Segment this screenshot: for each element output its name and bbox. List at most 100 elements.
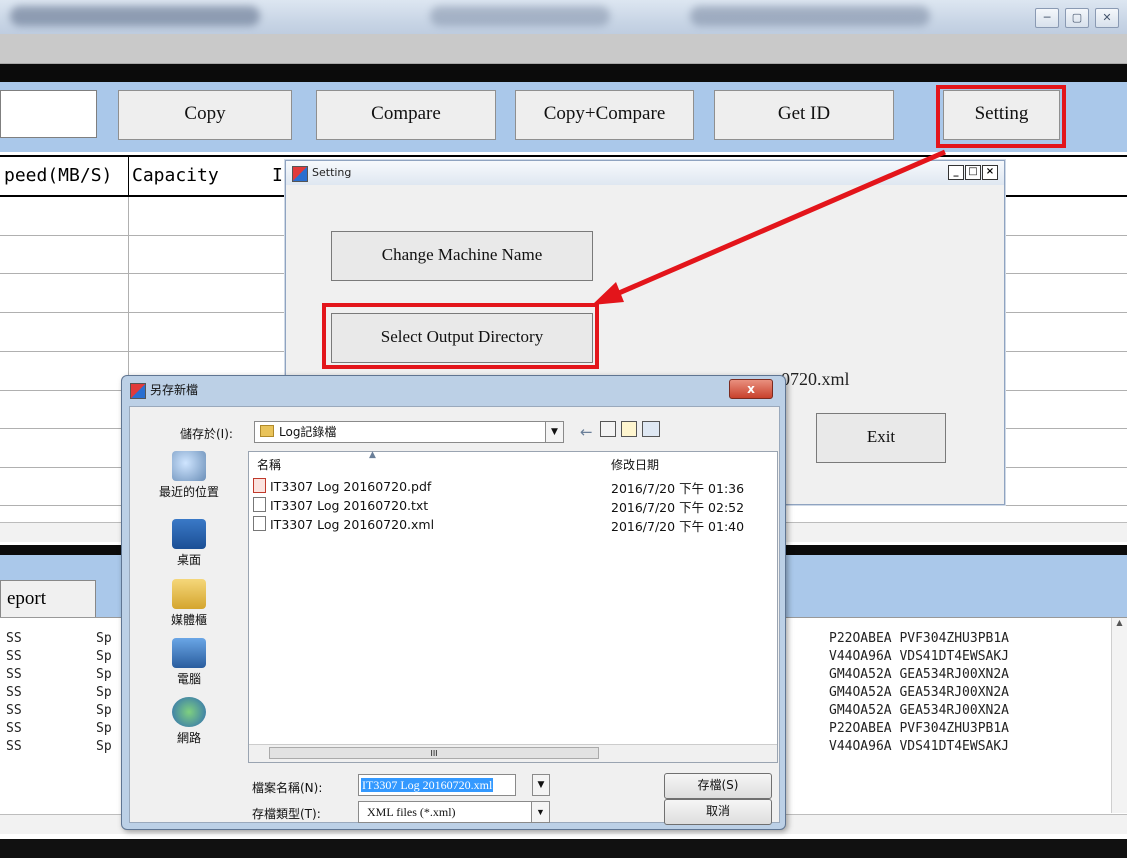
place-recent[interactable]: 最近的位置	[134, 451, 244, 500]
place-network[interactable]: 網路	[134, 697, 244, 746]
window-controls: ─ ▢ ✕	[1035, 8, 1119, 28]
exit-button[interactable]: Exit	[816, 413, 946, 463]
computer-icon	[172, 638, 206, 668]
log-row-status: SS	[6, 649, 22, 664]
chevron-down-icon[interactable]: ▼	[545, 422, 563, 442]
log-row-speed: Sp	[96, 685, 112, 700]
filetype-label: 存檔類型(T):	[252, 807, 321, 821]
file-name: IT3307 Log 20160720.xml	[270, 517, 435, 532]
file-date: 2016/7/20 下午 01:36	[611, 481, 745, 496]
view-menu-icon[interactable]	[642, 421, 660, 437]
file-date: 2016/7/20 下午 01:40	[611, 519, 745, 534]
up-folder-icon[interactable]	[600, 421, 616, 437]
save-dialog-title-bar: 另存新檔	[122, 376, 785, 404]
log-row-speed: Sp	[96, 721, 112, 736]
save-in-combobox[interactable]: Log記錄檔 ▼	[254, 421, 564, 443]
filetype-combobox[interactable]: XML files (*.xml) ▼	[358, 801, 550, 823]
save-button[interactable]: 存檔(S)	[664, 773, 772, 799]
log-row-speed: Sp	[96, 631, 112, 646]
column-date-modified[interactable]: 修改日期	[611, 456, 659, 473]
log-row-speed: Sp	[96, 667, 112, 682]
log-row-serial: GM4OA52A GEA534RJ00XN2A	[829, 685, 1010, 700]
file-name: IT3307 Log 20160720.pdf	[270, 479, 432, 494]
save-in-value: Log記錄檔	[279, 425, 337, 439]
log-row-status: SS	[6, 685, 22, 700]
blurred-title-3	[690, 6, 930, 26]
file-date: 2016/7/20 下午 02:52	[611, 500, 745, 515]
log-row-serial: P22OABEA PVF304ZHU3PB1A	[829, 721, 1010, 736]
place-network-label: 網路	[176, 731, 201, 745]
blurred-title	[10, 6, 260, 26]
log-vertical-scrollbar[interactable]: ▲	[1111, 618, 1127, 813]
back-icon[interactable]: ←	[580, 423, 593, 441]
output-path-text: 0720.xml	[781, 369, 850, 389]
minimize-button[interactable]: ─	[1035, 8, 1059, 28]
place-recent-label: 最近的位置	[158, 485, 219, 499]
place-computer[interactable]: 電腦	[134, 638, 244, 687]
setting-dialog-title: Setting	[312, 166, 352, 179]
filetype-value: XML files (*.xml)	[367, 805, 456, 819]
title-bar: ─ ▢ ✕	[0, 0, 1127, 34]
network-icon	[172, 697, 206, 727]
scroll-thumb[interactable]: III	[269, 747, 599, 759]
toolbar: Copy Compare Copy+Compare Get ID Setting	[0, 82, 1127, 152]
log-row-status: SS	[6, 739, 22, 754]
filename-label: 檔案名稱(N):	[252, 781, 323, 795]
column-name[interactable]: 名稱	[257, 456, 281, 473]
file-list-horizontal-scrollbar[interactable]: III	[249, 744, 777, 762]
app-icon	[292, 166, 308, 182]
chevron-down-icon[interactable]: ▼	[532, 774, 550, 796]
cancel-button[interactable]: 取消	[664, 799, 772, 825]
places-bar: 最近的位置 桌面 媒體櫃 電腦 網路	[134, 451, 244, 786]
separator-band	[0, 64, 1127, 82]
file-icon	[253, 516, 266, 531]
save-dialog-close-button[interactable]: x	[729, 379, 773, 399]
place-libraries-label: 媒體櫃	[170, 613, 207, 627]
log-row-status: SS	[6, 703, 22, 718]
setting-minimize-button[interactable]: _	[948, 165, 964, 180]
desktop-icon	[172, 519, 206, 549]
file-row[interactable]: IT3307 Log 20160720.txt 2016/7/20 下午 02:5…	[253, 497, 773, 515]
place-libraries[interactable]: 媒體櫃	[134, 579, 244, 628]
maximize-button[interactable]: ▢	[1065, 8, 1089, 28]
log-row-serial: GM4OA52A GEA534RJ00XN2A	[829, 667, 1010, 682]
setting-highlight-box	[936, 85, 1066, 148]
setting-close-button[interactable]: ×	[982, 165, 998, 180]
column-speed: peed(MB/S)	[4, 165, 113, 186]
change-machine-name-button[interactable]: Change Machine Name	[331, 231, 593, 281]
place-desktop[interactable]: 桌面	[134, 519, 244, 568]
machine-name-field[interactable]	[0, 90, 97, 138]
save-as-dialog: 另存新檔 x 儲存於(I): Log記錄檔 ▼ ← 最近的位置 桌面 媒體櫃 電…	[121, 375, 786, 830]
file-name: IT3307 Log 20160720.txt	[270, 498, 429, 513]
new-folder-icon[interactable]	[621, 421, 637, 437]
setting-maximize-button[interactable]: □	[965, 165, 981, 180]
file-row[interactable]: IT3307 Log 20160720.pdf 2016/7/20 下午 01:3…	[253, 478, 773, 496]
get-id-button[interactable]: Get ID	[714, 90, 894, 140]
setting-dialog-title-bar: Setting _ □ ×	[286, 161, 1004, 185]
select-output-highlight-box	[322, 303, 599, 369]
menu-bar	[0, 34, 1127, 64]
blurred-title-2	[430, 6, 610, 26]
log-row-speed: Sp	[96, 739, 112, 754]
report-tab[interactable]: eport	[0, 580, 96, 617]
log-row-serial: V44OA96A VDS41DT4EWSAKJ	[829, 649, 1010, 664]
save-in-label: 儲存於(I):	[180, 427, 233, 441]
log-row-status: SS	[6, 667, 22, 682]
pdf-file-icon	[253, 478, 266, 493]
chevron-down-icon[interactable]: ▼	[531, 802, 549, 822]
recent-places-icon	[172, 451, 206, 481]
filename-input[interactable]: IT3307 Log 20160720.xml	[358, 774, 516, 796]
compare-button[interactable]: Compare	[316, 90, 496, 140]
log-row-serial: P22OABEA PVF304ZHU3PB1A	[829, 631, 1010, 646]
sort-arrow-icon: ▲	[369, 450, 376, 460]
file-list: 名稱 ▲ 修改日期 IT3307 Log 20160720.pdf 2016/7/…	[248, 450, 778, 763]
close-button[interactable]: ✕	[1095, 8, 1119, 28]
separator-band	[0, 839, 1127, 858]
file-row[interactable]: IT3307 Log 20160720.xml 2016/7/20 下午 01:4…	[253, 516, 773, 534]
filename-value: IT3307 Log 20160720.xml	[361, 778, 494, 792]
copy-compare-button[interactable]: Copy+Compare	[515, 90, 694, 140]
column-id: I	[272, 165, 283, 186]
copy-button[interactable]: Copy	[118, 90, 292, 140]
log-row-status: SS	[6, 631, 22, 646]
place-desktop-label: 桌面	[176, 553, 201, 567]
